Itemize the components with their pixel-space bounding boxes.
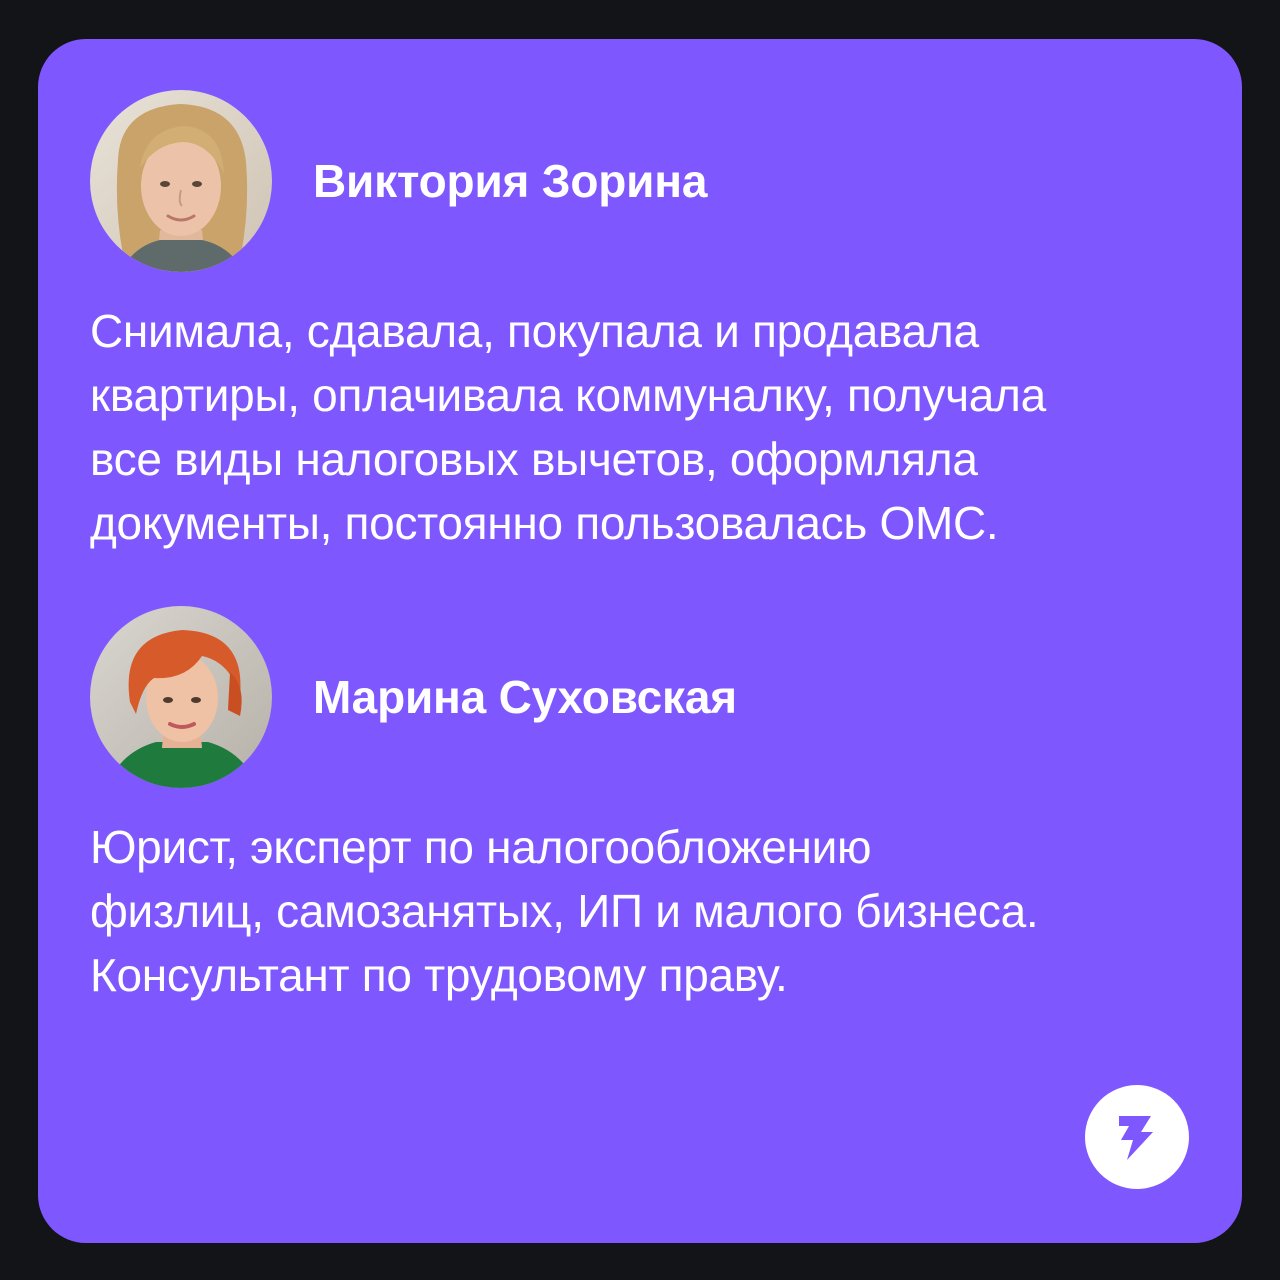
expert-name: Виктория Зорина — [313, 155, 708, 207]
avatar-photo — [90, 90, 272, 272]
bio-line: физлиц, самозанятых, ИП и малого бизнеса… — [90, 885, 1039, 937]
bio-line: квартиры, оплачивала коммуналку, получал… — [90, 369, 1046, 421]
expert-bio: Снимала, сдавала, покупала и продавала к… — [90, 299, 1200, 555]
lightning-bolt-icon — [1119, 1116, 1153, 1160]
bio-line: Консультант по трудовому праву. — [90, 949, 788, 1001]
expert-header: Виктория Зорина — [90, 90, 707, 272]
expert-name: Марина Суховская — [313, 671, 737, 723]
bio-line: Юрист, эксперт по налогообложению — [90, 821, 872, 873]
expert-bio: Юрист, эксперт по налогообложению физлиц… — [90, 815, 1200, 1007]
bio-line: документы, постоянно пользовалась ОМС. — [90, 497, 999, 549]
brand-logo — [1085, 1085, 1189, 1189]
bio-line: все виды налоговых вычетов, оформляла — [90, 433, 978, 485]
expert-header: Марина Суховская — [90, 606, 737, 788]
bio-line: Снимала, сдавала, покупала и продавала — [90, 305, 979, 357]
experts-card: Виктория Зорина Снимала, сдавала, покупа… — [38, 39, 1242, 1243]
avatar-photo — [90, 606, 272, 788]
